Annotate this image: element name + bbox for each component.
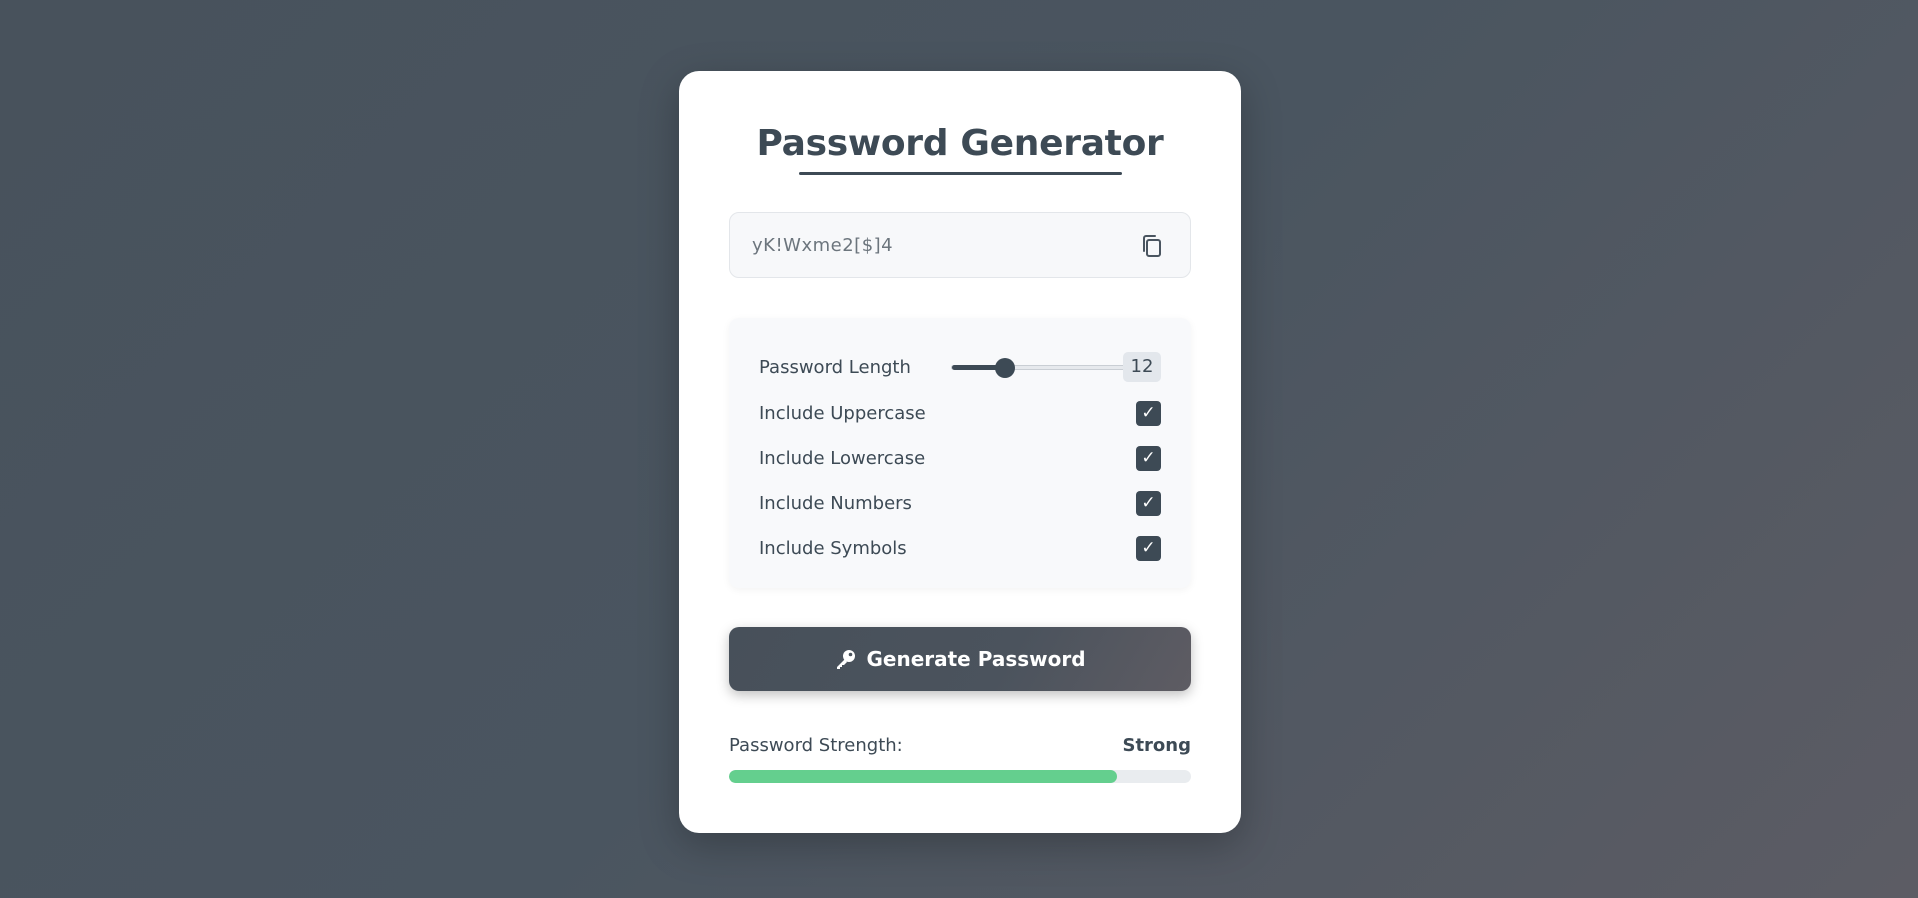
strength-label: Password Strength: xyxy=(729,735,903,756)
strength-meter xyxy=(729,770,1191,783)
length-row: Password Length 12 xyxy=(759,352,1161,382)
option-lowercase: Include Lowercase ✓ xyxy=(759,443,1161,473)
lowercase-checkbox[interactable]: ✓ xyxy=(1136,445,1161,471)
option-label: Include Uppercase xyxy=(759,402,926,424)
generate-button[interactable]: Generate Password xyxy=(729,627,1191,691)
length-label: Password Length xyxy=(759,356,911,378)
length-slider[interactable] xyxy=(951,358,1139,378)
uppercase-checkbox[interactable]: ✓ xyxy=(1136,400,1161,426)
option-label: Include Symbols xyxy=(759,537,907,559)
option-symbols: Include Symbols ✓ xyxy=(759,533,1161,563)
title-underline xyxy=(799,172,1122,175)
option-uppercase: Include Uppercase ✓ xyxy=(759,398,1161,428)
symbols-checkbox[interactable]: ✓ xyxy=(1136,535,1161,561)
page-title: Password Generator xyxy=(756,123,1164,164)
copy-icon[interactable] xyxy=(1140,233,1164,259)
password-generator-card: Password Generator yK!Wxme2[$]4 Password… xyxy=(679,71,1241,833)
option-numbers: Include Numbers ✓ xyxy=(759,488,1161,518)
password-display: yK!Wxme2[$]4 xyxy=(729,212,1191,278)
option-label: Include Numbers xyxy=(759,492,912,514)
key-icon xyxy=(837,650,856,669)
slider-thumb[interactable] xyxy=(995,358,1016,378)
options-panel: Password Length 12 Include Uppercase ✓ I… xyxy=(729,318,1191,588)
strength-value: Strong xyxy=(1122,735,1191,756)
strength-meter-fill xyxy=(729,770,1118,783)
generate-button-label: Generate Password xyxy=(866,647,1086,671)
length-value: 12 xyxy=(1123,352,1161,382)
option-label: Include Lowercase xyxy=(759,447,926,469)
password-value: yK!Wxme2[$]4 xyxy=(752,235,894,256)
numbers-checkbox[interactable]: ✓ xyxy=(1136,490,1161,516)
